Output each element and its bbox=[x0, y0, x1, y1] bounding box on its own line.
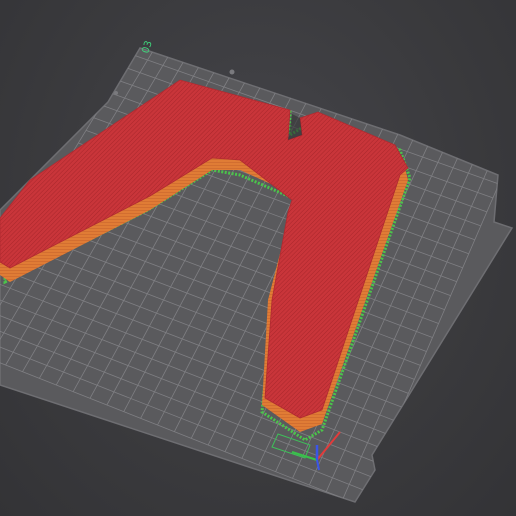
3d-viewport[interactable]: 03 bbox=[0, 0, 516, 516]
bed-marker bbox=[114, 91, 118, 95]
bed-marker bbox=[229, 69, 235, 75]
scene: 03 bbox=[0, 39, 514, 503]
